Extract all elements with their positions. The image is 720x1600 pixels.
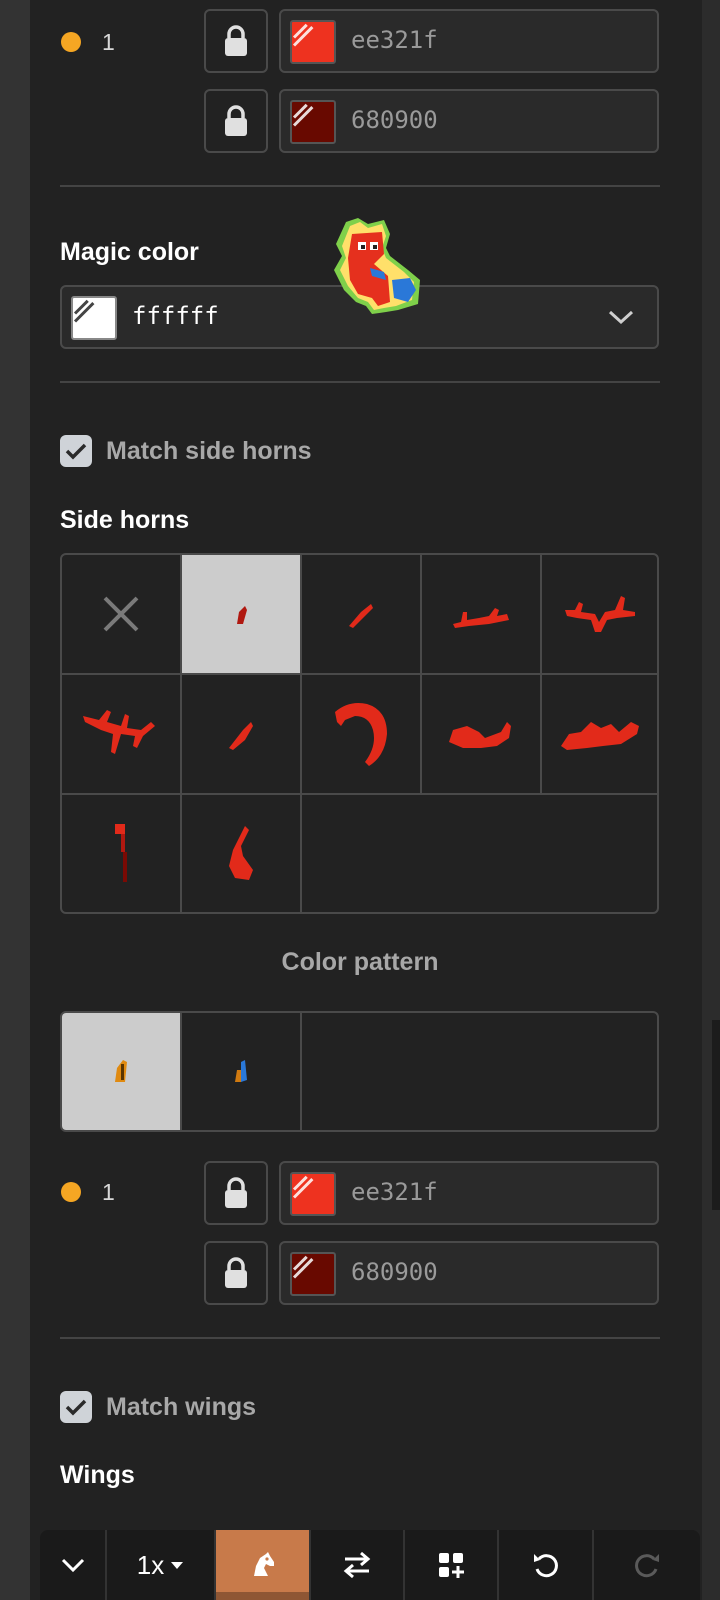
side-horn-option[interactable] bbox=[422, 675, 542, 795]
side-horn-option[interactable] bbox=[302, 675, 422, 795]
zoom-select[interactable]: 1x bbox=[107, 1530, 216, 1600]
checkbox[interactable] bbox=[60, 1391, 92, 1423]
side-horn-option[interactable] bbox=[62, 795, 182, 912]
side-horn-option-none[interactable] bbox=[62, 555, 182, 675]
color-field[interactable]: 680900 bbox=[279, 1241, 659, 1305]
side-horn-icon bbox=[561, 722, 639, 750]
swap-icon bbox=[343, 1551, 371, 1579]
wings-label: Wings bbox=[60, 1461, 135, 1489]
divider bbox=[60, 381, 660, 383]
color-pattern-option[interactable] bbox=[62, 1013, 182, 1130]
undo-button[interactable] bbox=[499, 1530, 594, 1600]
color-index-label: 1 bbox=[102, 29, 115, 55]
scrollbar-track[interactable] bbox=[702, 0, 720, 1600]
add-grid-icon bbox=[439, 1553, 464, 1578]
match-wings-label: Match wings bbox=[106, 1392, 257, 1421]
side-horn-option[interactable] bbox=[182, 675, 302, 795]
character-view-button[interactable] bbox=[216, 1530, 311, 1600]
color-swatch[interactable] bbox=[290, 100, 336, 144]
collapse-button[interactable] bbox=[40, 1530, 107, 1600]
side-horn-icon bbox=[565, 596, 635, 632]
match-side-horns-label: Match side horns bbox=[106, 436, 312, 465]
color-pattern-option[interactable] bbox=[182, 1013, 302, 1130]
side-horn-icon bbox=[349, 604, 373, 628]
lock-icon bbox=[225, 1257, 247, 1288]
color-field[interactable]: 680900 bbox=[279, 89, 659, 153]
divider bbox=[60, 1337, 660, 1339]
color-field[interactable]: ee321f bbox=[279, 1161, 659, 1225]
side-horn-icon bbox=[229, 722, 253, 750]
none-icon bbox=[103, 596, 139, 632]
lock-icon bbox=[225, 105, 247, 136]
color-pattern-label: Color pattern bbox=[281, 948, 439, 976]
color-index-dot bbox=[61, 1182, 81, 1202]
horse-head-icon bbox=[253, 1552, 274, 1576]
character-preview-sprite[interactable] bbox=[328, 214, 424, 318]
pattern-orange-icon bbox=[115, 1060, 127, 1082]
color-hex-value[interactable]: ffffff bbox=[132, 302, 219, 330]
color-hex-value[interactable]: 680900 bbox=[351, 1258, 438, 1286]
color-hex-value[interactable]: ee321f bbox=[351, 26, 438, 54]
redo-button[interactable] bbox=[594, 1530, 700, 1600]
side-horn-icon bbox=[83, 710, 155, 754]
pattern-blue-icon bbox=[235, 1060, 247, 1082]
lock-icon bbox=[225, 1177, 247, 1208]
side-horn-icon bbox=[453, 608, 509, 628]
side-horn-icon bbox=[237, 606, 247, 624]
checkbox[interactable] bbox=[60, 435, 92, 467]
lock-button[interactable] bbox=[204, 89, 268, 153]
side-horn-icon bbox=[335, 703, 387, 766]
side-horn-option[interactable] bbox=[542, 675, 657, 795]
color-swatch[interactable] bbox=[71, 296, 117, 340]
side-horn-option[interactable] bbox=[302, 555, 422, 675]
color-hex-value[interactable]: 680900 bbox=[351, 106, 438, 134]
lock-icon bbox=[225, 25, 247, 56]
lock-button[interactable] bbox=[204, 1241, 268, 1305]
color-hex-value[interactable]: ee321f bbox=[351, 1178, 438, 1206]
chevron-down-icon[interactable] bbox=[607, 307, 635, 327]
magic-color-label: Magic color bbox=[60, 238, 199, 266]
match-wings-checkbox[interactable]: Match wings bbox=[60, 1391, 256, 1423]
chevron-down-icon bbox=[61, 1558, 84, 1573]
empty-cell bbox=[302, 795, 657, 912]
color-pattern-grid bbox=[60, 1011, 659, 1132]
color-swatch[interactable] bbox=[290, 1252, 336, 1296]
side-horns-grid bbox=[60, 553, 659, 914]
side-horn-option[interactable] bbox=[182, 795, 302, 912]
bottom-toolbar: 1x bbox=[40, 1530, 700, 1600]
side-horn-icon bbox=[449, 722, 511, 748]
caret-down-icon bbox=[171, 1562, 184, 1569]
color-index-dot bbox=[61, 32, 81, 52]
side-horn-option[interactable] bbox=[542, 555, 657, 675]
zoom-label: 1x bbox=[136, 1549, 165, 1580]
redo-icon bbox=[635, 1554, 659, 1578]
side-horn-icon bbox=[229, 826, 253, 880]
color-index-label: 1 bbox=[102, 1179, 115, 1205]
color-field[interactable]: ee321f bbox=[279, 9, 659, 73]
side-horn-option[interactable] bbox=[422, 555, 542, 675]
scrollbar-thumb[interactable] bbox=[712, 1020, 720, 1210]
divider bbox=[60, 185, 660, 187]
checkmark-icon bbox=[65, 1399, 87, 1416]
lock-button[interactable] bbox=[204, 9, 268, 73]
color-swatch[interactable] bbox=[290, 20, 336, 64]
add-layer-button[interactable] bbox=[405, 1530, 499, 1600]
undo-icon bbox=[533, 1554, 558, 1578]
checkmark-icon bbox=[65, 443, 87, 460]
match-side-horns-checkbox[interactable]: Match side horns bbox=[60, 435, 312, 467]
color-swatch[interactable] bbox=[290, 1172, 336, 1216]
side-horn-option[interactable] bbox=[62, 675, 182, 795]
swap-button[interactable] bbox=[311, 1530, 405, 1600]
side-horn-option[interactable] bbox=[182, 555, 302, 675]
lock-button[interactable] bbox=[204, 1161, 268, 1225]
side-horns-label: Side horns bbox=[60, 506, 190, 534]
side-horn-icon bbox=[115, 824, 127, 882]
